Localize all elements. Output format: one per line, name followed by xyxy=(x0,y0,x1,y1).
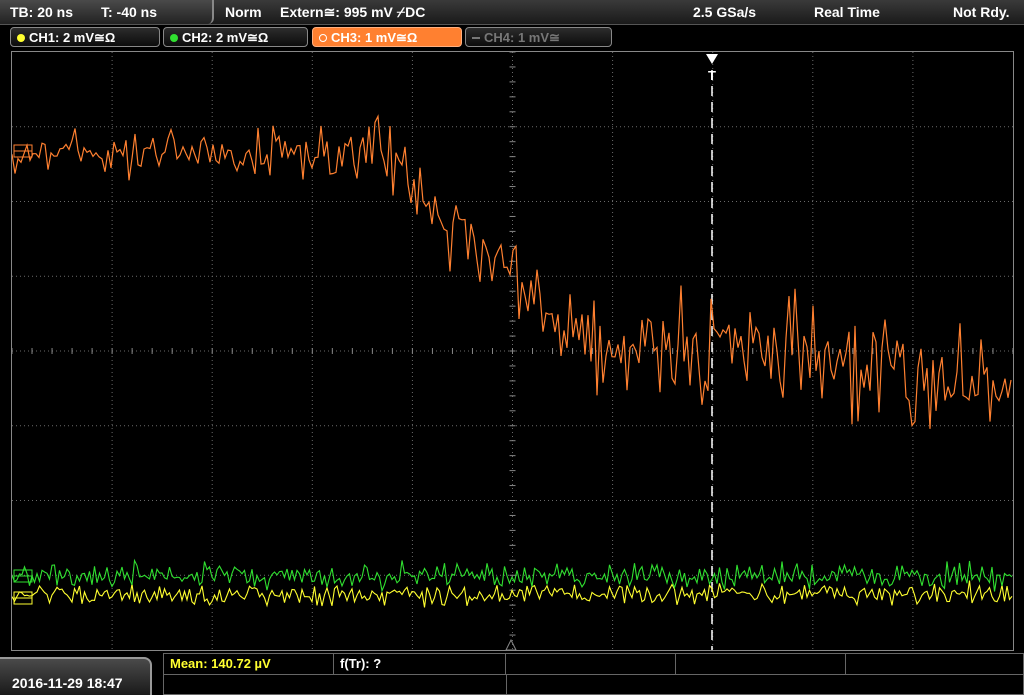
measurement-panel[interactable]: Mean: 140.72 µV f(Tr): ? xyxy=(163,653,1024,695)
trigger-source-label[interactable]: Extern≅: 995 mV ⌿DC xyxy=(280,4,425,21)
channel-3-label: CH3: 1 mV≅Ω xyxy=(331,30,418,45)
channel-3-dot-icon xyxy=(319,33,327,42)
trigger-position-arrow-icon[interactable] xyxy=(706,54,718,64)
channel-1-label: CH1: 2 mV≅Ω xyxy=(29,30,116,45)
horizontal-reference-marker-icon xyxy=(505,638,517,651)
measurement-slot-3[interactable] xyxy=(506,654,676,674)
trigger-time-label: T: -40 ns xyxy=(101,4,158,20)
acquisition-status-label: Not Rdy. xyxy=(953,4,1010,20)
channel-3-button[interactable]: CH3: 1 mV≅Ω xyxy=(312,27,462,47)
measurement-divider xyxy=(164,674,1023,675)
measurement-f-tr[interactable]: f(Tr): ? xyxy=(334,654,506,674)
measurement-col-divider xyxy=(506,675,507,695)
measurement-slot-4[interactable] xyxy=(676,654,846,674)
channel-2-dot-icon xyxy=(170,33,178,42)
datetime-panel: 2016-11-29 18:47 xyxy=(0,657,152,695)
channel-3-trace xyxy=(11,114,1012,429)
channel-1-button[interactable]: CH1: 2 mV≅Ω xyxy=(10,27,160,47)
acquisition-mode-label: Real Time xyxy=(814,4,880,20)
channel-4-label: CH4: 1 mV≅ xyxy=(484,30,560,45)
waveform-display[interactable]: T xyxy=(11,51,1014,651)
channel-4-button[interactable]: CH4: 1 mV≅ xyxy=(465,27,612,47)
bottom-bar: 2016-11-29 18:47 Mean: 140.72 µV f(Tr): … xyxy=(0,653,1024,695)
datetime-label: 2016-11-29 18:47 xyxy=(12,675,123,691)
status-bar: TB: 20 ns T: -40 ns Norm Extern≅: 995 mV… xyxy=(0,0,1024,25)
channel-1-dot-icon xyxy=(17,33,25,42)
sample-rate-label: 2.5 GSa/s xyxy=(693,4,757,20)
measurement-slot-5[interactable] xyxy=(846,654,1023,674)
channel-bar: CH1: 2 mV≅Ω CH2: 2 mV≅Ω CH3: 1 mV≅Ω CH4:… xyxy=(0,25,1024,49)
channel-4-dot-icon xyxy=(472,36,480,39)
center-ticks xyxy=(11,51,1014,636)
waveform-canvas: T xyxy=(11,51,1014,651)
channel-2-label: CH2: 2 mV≅Ω xyxy=(182,30,269,45)
channel-2-button[interactable]: CH2: 2 mV≅Ω xyxy=(163,27,308,47)
timebase-label: TB: 20 ns xyxy=(10,4,74,20)
measurement-mean[interactable]: Mean: 140.72 µV xyxy=(164,654,334,674)
channel-2-trace xyxy=(11,558,1013,593)
trigger-mode-label[interactable]: Norm xyxy=(225,4,262,20)
timebase-panel[interactable]: TB: 20 ns T: -40 ns xyxy=(0,0,214,24)
trigger-marker-label: T xyxy=(708,68,716,83)
